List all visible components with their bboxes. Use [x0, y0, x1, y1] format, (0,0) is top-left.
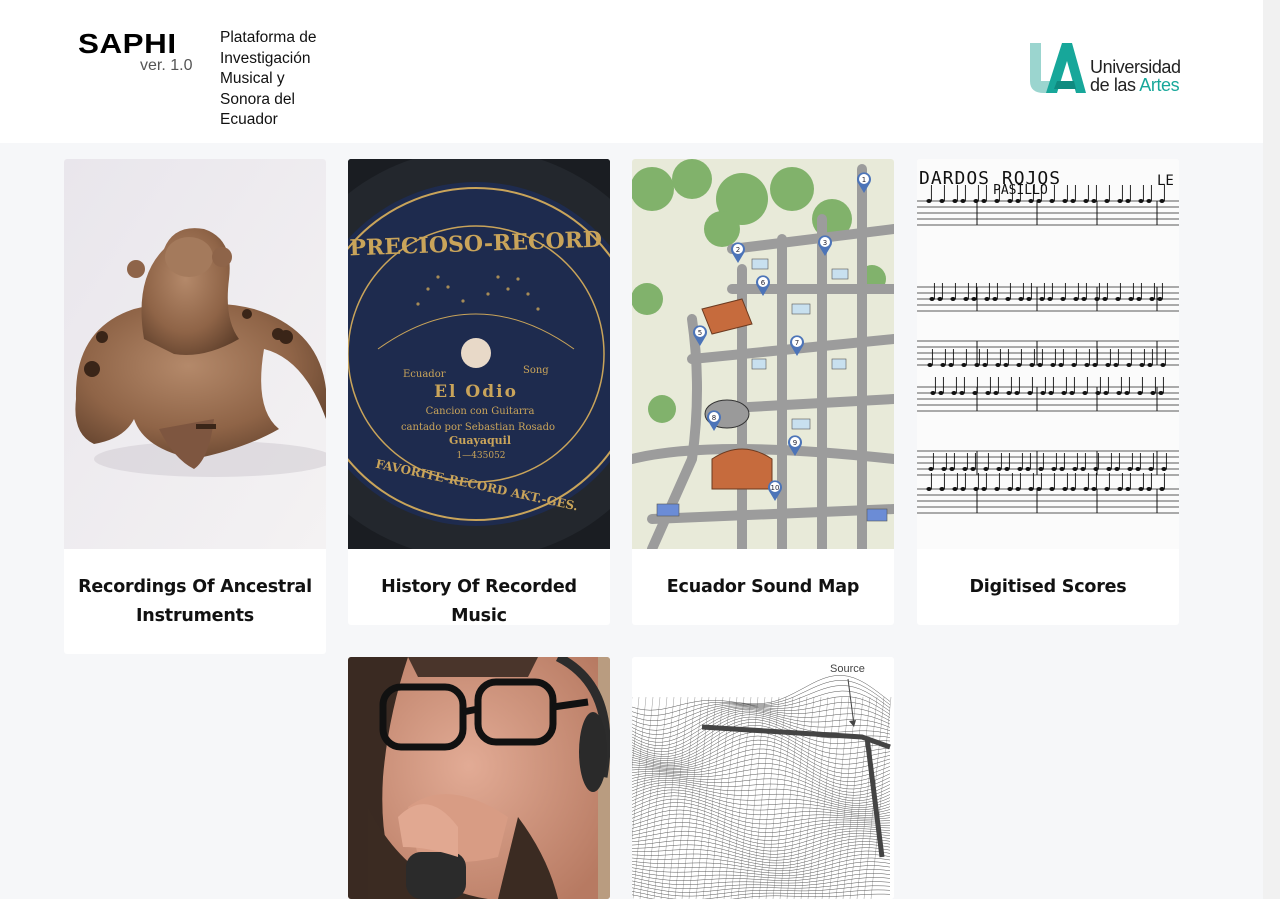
card-recorded-music[interactable]: PRECIOSO-RECORD Ecuador Song El Odio Can…	[348, 159, 610, 625]
card-vocal-recording[interactable]	[348, 657, 610, 899]
saphi-description: Plataforma de Investigación Musical y So…	[220, 29, 317, 128]
saphi-logo[interactable]: SAPHI ver. 1.0 Plataforma de Investigaci…	[78, 26, 328, 136]
university-logo[interactable]: Universidad de las Artes	[1030, 41, 1182, 97]
svg-text:9: 9	[793, 439, 797, 447]
site-header: SAPHI ver. 1.0 Plataforma de Investigaci…	[0, 0, 1263, 143]
record-line1: Cancion con Guitarra	[426, 406, 535, 417]
saphi-version: ver. 1.0	[140, 57, 193, 74]
card-image	[64, 159, 326, 549]
card-image	[348, 657, 610, 899]
card-title: Digitised Scores	[969, 577, 1127, 597]
record-genre: Song	[523, 365, 549, 376]
svg-text:3: 3	[823, 239, 827, 247]
ocarina-image	[64, 159, 326, 549]
card-image: DARDOS ROJOS PASILLO LE	[917, 159, 1179, 549]
card-acoustic-simulation[interactable]: Source	[632, 657, 894, 899]
wireframe-terrain-image: Source	[632, 657, 894, 899]
record-label-image: PRECIOSO-RECORD Ecuador Song El Odio Can…	[348, 159, 610, 549]
record-city: Guayaquil	[449, 434, 511, 447]
ua-monogram-icon	[1030, 43, 1086, 93]
svg-text:2: 2	[736, 246, 740, 254]
card-digitised-scores[interactable]: DARDOS ROJOS PASILLO LE Digitised Scores	[917, 159, 1179, 625]
university-name-line1: Universidad	[1090, 57, 1181, 77]
card-image: 1 2 3 5 6 7 8 9 10	[632, 159, 894, 549]
record-catalog: 1—435052	[456, 451, 505, 461]
card-title: Recordings Of Ancestral Instruments	[78, 577, 312, 626]
svg-text:10: 10	[771, 484, 780, 492]
svg-text:7: 7	[795, 339, 799, 347]
card-title: Ecuador Sound Map	[666, 577, 860, 597]
card-image: Source	[632, 657, 894, 899]
record-song: El Odio	[434, 382, 518, 402]
terrain-annotation: Source	[830, 663, 865, 675]
svg-text:5: 5	[698, 329, 702, 337]
singer-photo	[348, 657, 610, 899]
svg-text:6: 6	[761, 279, 766, 287]
card-image: PRECIOSO-RECORD Ecuador Song El Odio Can…	[348, 159, 610, 549]
svg-text:1: 1	[862, 176, 866, 184]
university-name: Universidad de las Artes	[1090, 58, 1181, 94]
svg-text:LE: LE	[1157, 173, 1174, 189]
page-scrollbar[interactable]	[1263, 0, 1280, 899]
sheet-music-image: DARDOS ROJOS PASILLO LE	[917, 159, 1179, 549]
saphi-logo-name: SAPHI	[78, 28, 177, 59]
record-country: Ecuador	[403, 369, 446, 380]
svg-text:8: 8	[712, 414, 716, 422]
card-ancestral-instruments[interactable]: Recordings Of Ancestral Instruments	[64, 159, 326, 654]
university-name-prefix: de las	[1090, 75, 1140, 95]
card-sound-map[interactable]: 1 2 3 5 6 7 8 9 10 Ecuador Sound Map	[632, 159, 894, 625]
sound-map-image: 1 2 3 5 6 7 8 9 10	[632, 159, 894, 549]
card-title: History Of Recorded Music	[381, 577, 577, 625]
university-name-accent: Artes	[1139, 75, 1180, 95]
record-line2: cantado por Sebastian Rosado	[401, 422, 555, 433]
